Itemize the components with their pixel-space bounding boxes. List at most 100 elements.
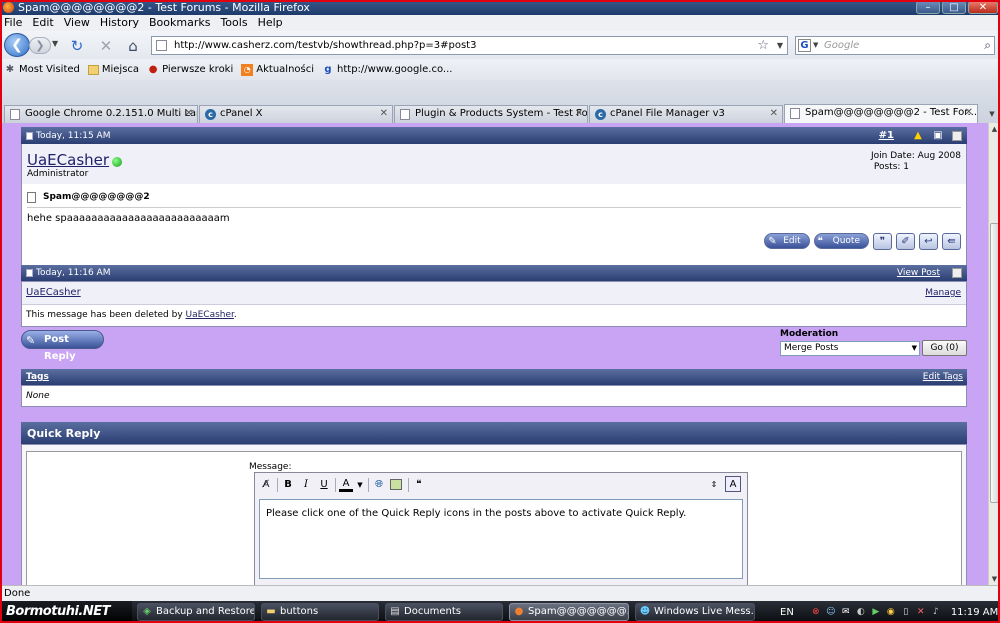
select-post-checkbox[interactable] (952, 268, 962, 278)
tags-header: Tags Edit Tags (21, 369, 967, 385)
chevron-down-icon[interactable]: ▼ (353, 478, 367, 492)
task-firefox[interactable]: ● Spam@@@@@@@... (509, 603, 629, 621)
url-dropdown-icon[interactable]: ▼ (777, 37, 783, 54)
menu-tools[interactable]: Tools (220, 15, 247, 31)
remove-format-icon[interactable]: A̸ (259, 478, 273, 492)
stop-icon[interactable]: ✕ (97, 37, 115, 55)
vertical-scrollbar[interactable]: ▲ ▼ (988, 123, 1000, 585)
tab-list-dropdown-icon[interactable]: ▼ (986, 107, 998, 121)
moderation-go-button[interactable]: Go (0) (922, 340, 967, 356)
search-icon[interactable]: ⌕ (984, 37, 991, 54)
ip-computer-icon[interactable]: ▣ (932, 130, 944, 142)
view-post-link[interactable]: View Post (897, 268, 940, 278)
select-post-checkbox[interactable] (952, 130, 962, 141)
toolbar-separator (368, 478, 369, 492)
tab-label: Spam@@@@@@@@2 - Test For... (805, 107, 978, 118)
quick-reply-button[interactable]: ↩ (919, 233, 938, 250)
insert-image-icon[interactable] (390, 479, 402, 490)
search-engine-dropdown-icon[interactable]: ▼ (813, 37, 818, 54)
quick-reply-quote-button[interactable]: ⇚ (942, 233, 961, 250)
clock[interactable]: 11:19 AM (951, 607, 998, 618)
tab-close-icon[interactable]: ✕ (965, 105, 973, 121)
tray-device-icon[interactable]: ▯ (900, 606, 912, 618)
edit-tags-link[interactable]: Edit Tags (923, 372, 963, 382)
language-indicator[interactable]: EN (780, 607, 794, 618)
bookmark-miejsca[interactable]: Miejsca (87, 64, 139, 75)
bookmark-pierwsze-kroki[interactable]: ● Pierwsze kroki (147, 64, 234, 76)
moderation-select[interactable]: Merge Posts ▼ (780, 341, 920, 356)
tray-status-icon[interactable]: ◉ (885, 606, 897, 618)
edit-button[interactable]: ✎ Edit (764, 233, 810, 249)
menu-help[interactable]: Help (258, 15, 283, 31)
tab-close-icon[interactable]: ✕ (575, 106, 583, 122)
menu-view[interactable]: View (64, 15, 90, 31)
tray-mute-icon[interactable]: ✕ (915, 606, 927, 618)
back-button[interactable]: ❮ (4, 33, 30, 57)
tab-google-chrome[interactable]: Google Chrome 0.2.151.0 Multi Lan... ✕ (4, 105, 198, 123)
google-icon: g (324, 63, 332, 75)
tray-network-icon[interactable]: ◐ (855, 606, 867, 618)
task-windows-live-messenger[interactable]: ☻ Windows Live Mess... (635, 603, 755, 621)
report-warning-icon[interactable]: ▲ (912, 130, 924, 142)
menu-file[interactable]: File (4, 15, 22, 31)
history-dropdown-icon[interactable]: ▼ (52, 39, 58, 48)
deleted-by-user-link[interactable]: UaECasher (186, 310, 234, 320)
menu-bookmarks[interactable]: Bookmarks (149, 15, 210, 31)
underline-button[interactable]: U (317, 478, 331, 492)
quick-edit-button[interactable]: ✐ (896, 233, 915, 250)
bookmark-aktualnosci[interactable]: ◔ Aktualności (241, 63, 314, 76)
quote-wrap-icon[interactable]: ❝ (412, 478, 426, 492)
task-label: Windows Live Mess... (654, 606, 755, 617)
tab-plugin-products[interactable]: Plugin & Products System - Test Fo... ✕ (394, 105, 588, 123)
bookmark-most-visited[interactable]: ✱ Most Visited (4, 64, 80, 76)
switch-editor-mode-icon[interactable]: A (725, 476, 741, 492)
tab-close-icon[interactable]: ✕ (185, 106, 193, 122)
home-icon[interactable]: ⌂ (124, 37, 142, 55)
quick-reply-textarea[interactable]: Please click one of the Quick Reply icon… (259, 499, 743, 579)
tray-user-icon[interactable]: ☺ (825, 606, 837, 618)
quote-button[interactable]: ❝ Quote (813, 233, 869, 249)
scroll-down-icon[interactable]: ▼ (989, 573, 1000, 585)
multi-quote-button[interactable]: ❞ (873, 233, 892, 250)
tab-close-icon[interactable]: ✕ (770, 106, 778, 122)
task-buttons-folder[interactable]: ▬ buttons (261, 603, 379, 621)
reload-icon[interactable]: ↻ (68, 37, 86, 55)
link-globe-icon[interactable]: 🌐︎ (372, 478, 386, 492)
font-color-icon[interactable]: A (339, 478, 353, 492)
bookmark-google[interactable]: g http://www.google.co... (322, 64, 452, 76)
tray-shield-icon[interactable]: ⊗ (810, 606, 822, 618)
tab-close-icon[interactable]: ✕ (380, 106, 388, 122)
post2-username-link[interactable]: UaECasher (26, 287, 81, 298)
search-input[interactable]: G ▼ Google ⌕ (795, 36, 995, 55)
bookmark-star-icon[interactable]: ☆ (757, 37, 769, 54)
tray-chat-icon[interactable]: ✉ (840, 606, 852, 618)
forward-button[interactable]: ❯ (29, 37, 51, 54)
start-button[interactable]: Bormotuhi.NET (0, 601, 132, 623)
italic-button[interactable]: I (299, 478, 313, 492)
post-reply-button[interactable]: ✎ Post Reply (21, 330, 104, 362)
bold-button[interactable]: B (281, 478, 295, 492)
post1-action-buttons: ✎ Edit ❝ Quote ❞ ✐ ↩ ⇚ (760, 233, 961, 250)
close-button[interactable]: ✕ (968, 1, 998, 14)
address-bar[interactable]: http://www.casherz.com/testvb/showthread… (151, 36, 788, 55)
tab-spam-thread[interactable]: Spam@@@@@@@@2 - Test For... ✕ (784, 104, 978, 123)
tab-cpanel-file-manager[interactable]: c cPanel File Manager v3 ✕ (589, 105, 783, 123)
tab-cpanel-x[interactable]: c cPanel X ✕ (199, 105, 393, 123)
resize-arrows-icon[interactable]: ⇕ (707, 478, 721, 492)
deleted-message-suffix: . (233, 310, 237, 320)
google-icon[interactable]: G (798, 39, 811, 52)
minimize-button[interactable]: – (916, 1, 940, 14)
manage-link[interactable]: Manage (925, 288, 961, 298)
tray-volume-icon[interactable]: ♪ (930, 606, 942, 618)
scroll-up-icon[interactable]: ▲ (989, 123, 1000, 135)
post1-username-link[interactable]: UaECasher (27, 151, 109, 169)
task-documents[interactable]: ▤ Documents (385, 603, 503, 621)
scrollbar-thumb[interactable] (990, 223, 999, 503)
maximize-button[interactable]: □ (942, 1, 966, 14)
tray-play-icon[interactable]: ▶ (870, 606, 882, 618)
menu-edit[interactable]: Edit (32, 15, 53, 31)
post1-number-link[interactable]: #1 (879, 130, 894, 141)
tags-link[interactable]: Tags (26, 372, 49, 382)
menu-history[interactable]: History (100, 15, 139, 31)
task-backup-restore[interactable]: ◈ Backup and Restore ... (137, 603, 255, 621)
